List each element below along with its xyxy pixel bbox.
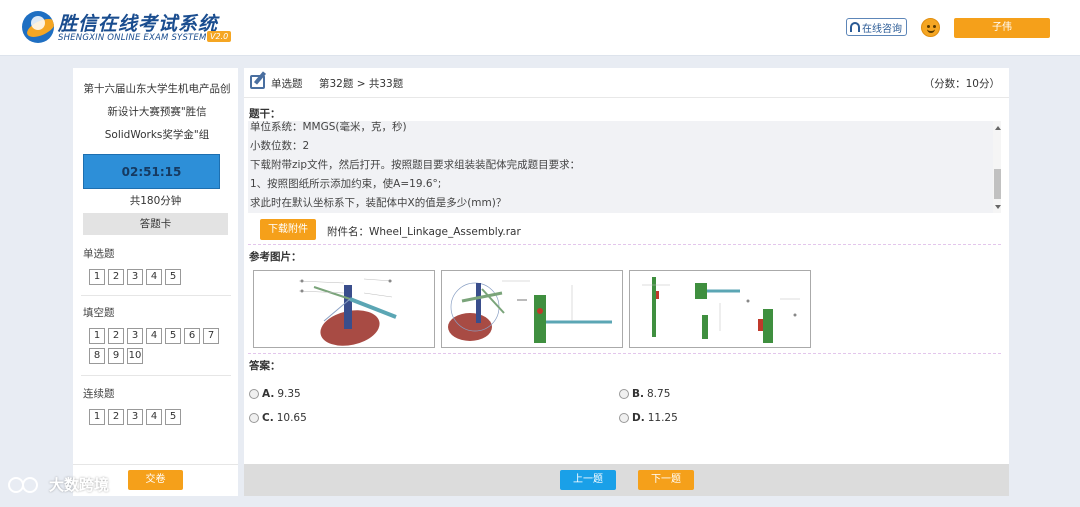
question-number-box[interactable]: 3 — [127, 409, 143, 425]
answer-card-header: 答题卡 — [83, 213, 228, 235]
question-number-box[interactable]: 4 — [146, 409, 162, 425]
question-type: 单选题 — [271, 78, 303, 90]
question-number-box[interactable]: 1 — [89, 409, 105, 425]
section-label-continuous: 连续题 — [83, 388, 115, 400]
stem-label: 题干： — [249, 108, 281, 120]
stem-line: 小数位数：2 — [250, 140, 310, 152]
question-progress: 第32题 > 共33题 — [319, 78, 404, 90]
question-number-box[interactable]: 5 — [165, 328, 181, 344]
user-name-button[interactable]: 子伟 — [954, 18, 1050, 38]
option-letter: D. — [632, 412, 645, 424]
option-a[interactable]: A. 9.35 — [249, 388, 301, 400]
question-number-box[interactable]: 2 — [108, 269, 124, 285]
divider — [248, 244, 1001, 245]
user-avatar-icon[interactable] — [921, 18, 940, 37]
countdown-timer: 02:51:15 — [83, 154, 220, 189]
question-header: 单选题 第32题 > 共33题 （分数：10分） — [244, 68, 1009, 98]
question-number-box[interactable]: 4 — [146, 328, 162, 344]
logo-title: 胜信在线考试系统 — [58, 13, 219, 35]
scroll-down-icon[interactable] — [995, 205, 1001, 209]
question-number-box[interactable]: 1 — [89, 269, 105, 285]
exam-title: 第十六届山东大学生机电产品创新设计大赛预赛"胜信SolidWorks奖学金"组 — [83, 83, 231, 141]
attachment-name: 附件名：Wheel_Linkage_Assembly.rar — [327, 226, 521, 238]
divider — [81, 375, 231, 376]
watermark: 大数跨境 — [8, 474, 109, 495]
download-attachment-button[interactable]: 下载附件 — [260, 219, 316, 240]
radio-option-b[interactable] — [619, 389, 629, 399]
next-question-button[interactable]: 下一题 — [638, 470, 694, 490]
reference-image-1[interactable] — [253, 270, 435, 348]
question-number-box[interactable]: 3 — [127, 269, 143, 285]
app-header: 胜信在线考试系统 SHENGXIN ONLINE EXAM SYSTEM V2.… — [0, 0, 1080, 56]
stem-line: 求此时在默认坐标系下，装配体中X的值是多少(mm)？ — [250, 197, 507, 209]
stem-scrollbar[interactable] — [993, 121, 1001, 213]
question-number-box[interactable]: 10 — [127, 348, 143, 364]
reference-image-2[interactable] — [441, 270, 623, 348]
question-number-box[interactable]: 6 — [184, 328, 200, 344]
question-number-box[interactable]: 5 — [165, 409, 181, 425]
online-consult-button[interactable]: 在线咨询 — [846, 18, 907, 36]
stem-line: 单位系统：MMGS(毫米，克，秒) — [250, 121, 407, 133]
divider — [248, 353, 1001, 354]
question-number-box[interactable]: 8 — [89, 348, 105, 364]
version-badge: V2.0 — [207, 31, 232, 42]
radio-option-d[interactable] — [619, 413, 629, 423]
option-value: 11.25 — [647, 412, 678, 424]
question-number-box[interactable]: 9 — [108, 348, 124, 364]
previous-question-button[interactable]: 上一题 — [560, 470, 616, 490]
watermark-logo-icon — [8, 475, 44, 495]
consult-label: 在线咨询 — [862, 23, 902, 35]
scroll-up-icon[interactable] — [995, 126, 1001, 130]
question-panel: 单选题 第32题 > 共33题 （分数：10分） 题干： 单位系统：MMGS(毫… — [244, 68, 1009, 496]
question-number-box[interactable]: 2 — [108, 328, 124, 344]
hand-in-button[interactable]: 交卷 — [128, 470, 183, 490]
question-grid-continuous: 1 2 3 4 5 — [89, 409, 219, 425]
headset-icon — [850, 22, 860, 32]
question-grid-fill-blank: 1 2 3 4 5 6 7 8 9 10 — [89, 328, 219, 364]
question-score: （分数：10分） — [923, 78, 1000, 90]
question-number-box[interactable]: 3 — [127, 328, 143, 344]
option-c[interactable]: C. 10.65 — [249, 412, 307, 424]
logo-subtitle: SHENGXIN ONLINE EXAM SYSTEM — [58, 33, 207, 43]
question-number-box[interactable]: 2 — [108, 409, 124, 425]
question-number-box[interactable]: 4 — [146, 269, 162, 285]
option-letter: B. — [632, 388, 644, 400]
reference-image-3[interactable] — [629, 270, 811, 348]
option-value: 10.65 — [276, 412, 307, 424]
section-label-fill-blank: 填空题 — [83, 307, 115, 319]
option-value: 9.35 — [277, 388, 301, 400]
option-value: 8.75 — [647, 388, 671, 400]
option-letter: A. — [262, 388, 275, 400]
question-number-box[interactable]: 1 — [89, 328, 105, 344]
radio-option-c[interactable] — [249, 413, 259, 423]
option-b[interactable]: B. 8.75 — [619, 388, 670, 400]
answer-label: 答案： — [249, 360, 281, 372]
option-letter: C. — [262, 412, 274, 424]
question-number-box[interactable]: 5 — [165, 269, 181, 285]
total-time: 共180分钟 — [129, 195, 182, 207]
question-number-box[interactable]: 7 — [203, 328, 219, 344]
logo-icon — [22, 11, 54, 43]
edit-icon — [250, 71, 267, 89]
radio-option-a[interactable] — [249, 389, 259, 399]
reference-label: 参考图片： — [249, 251, 302, 263]
section-label-single-choice: 单选题 — [83, 248, 115, 260]
watermark-text: 大数跨境 — [49, 476, 110, 494]
option-d[interactable]: D. 11.25 — [619, 412, 678, 424]
sidebar: 第十六届山东大学生机电产品创新设计大赛预赛"胜信SolidWorks奖学金"组 … — [73, 68, 238, 496]
question-grid-single-choice: 1 2 3 4 5 — [89, 269, 219, 285]
scroll-thumb[interactable] — [994, 169, 1001, 199]
stem-line: 1、按照图纸所示添加约束，使A=19.6°; — [250, 178, 442, 190]
question-stem[interactable]: 单位系统：MMGS(毫米，克，秒) 小数位数：2 下载附带zip文件，然后打开。… — [248, 121, 1001, 213]
divider — [81, 295, 231, 296]
question-footer — [244, 464, 1009, 496]
stem-line: 下载附带zip文件，然后打开。按照题目要求组装装配体完成题目要求： — [250, 159, 581, 171]
